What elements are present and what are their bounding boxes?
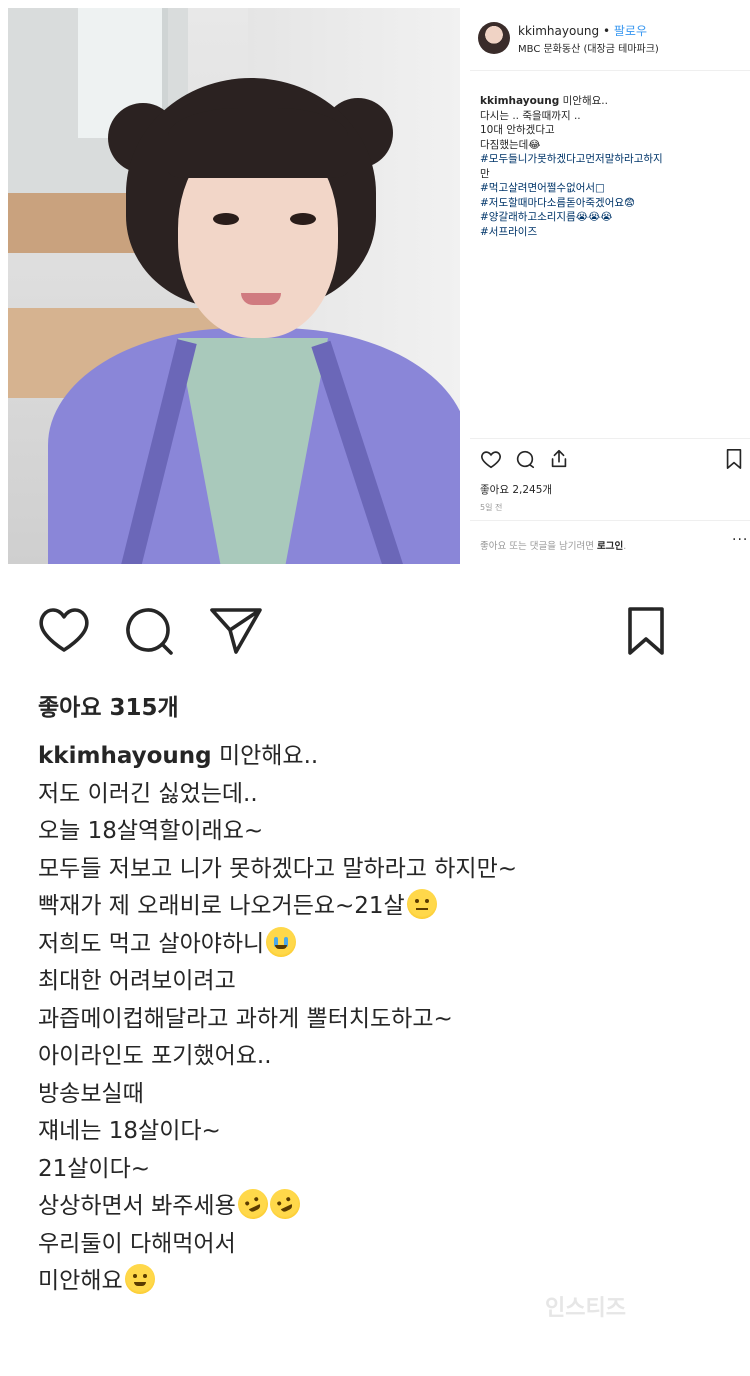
caption-line: 다짐했는데😂 [480, 138, 735, 153]
caption-line: 쟤네는 18살이다~ [38, 1113, 728, 1151]
caption-line: 과즙메이컵해달라고 과하게 뽈터치도하고~ [38, 1001, 728, 1039]
caption-text: 10대 안하겠다고 [480, 124, 555, 136]
post-time: 5일 전 [480, 503, 503, 512]
caption-line: #양갈래하고소리지름😭😭😭 [480, 210, 735, 225]
login-link[interactable]: 로그인 [597, 541, 623, 552]
caption-line: 10대 안하겠다고 [480, 123, 735, 138]
site-watermark: 인스티즈 [545, 1296, 626, 1321]
send-icon[interactable] [208, 606, 264, 656]
heart-icon[interactable] [38, 606, 90, 654]
like-count[interactable]: 좋아요 2,245개 [480, 482, 552, 497]
bookmark-icon[interactable] [626, 606, 666, 656]
caption-text: 미안해요.. [559, 95, 608, 107]
caption-text: 오늘 18살역할이래요~ [38, 818, 264, 844]
post-sidebar: kkimhayoung • 팔로우 MBC 문화동산 (대장금 테마파크) kk… [470, 8, 750, 564]
hashtag-link[interactable]: #먹고살려면어쩔수없어서□ [480, 182, 605, 194]
caption-text: 21살이다~ [38, 1155, 151, 1182]
divider [470, 438, 750, 439]
crying-face-emoji [266, 926, 297, 957]
heart-icon[interactable] [480, 448, 502, 470]
like-count[interactable]: 좋아요 315개 [38, 688, 179, 722]
meh-face-emoji [406, 889, 437, 919]
share-icon[interactable] [548, 448, 570, 470]
username-link[interactable]: kkimhayoung [480, 95, 559, 107]
caption-text: 빡재가 제 오래비로 나오거든요~21살 [38, 893, 405, 919]
follow-button[interactable]: 팔로우 [614, 24, 647, 38]
desktop-post-screenshot: kkimhayoung • 팔로우 MBC 문화동산 (대장금 테마파크) kk… [0, 0, 750, 566]
rofl-emoji [264, 1184, 305, 1224]
caption-line: #서프라이즈 [480, 225, 735, 240]
avatar[interactable] [478, 22, 510, 54]
login-prompt: 좋아요 또는 댓글을 남기려면 로그인. [480, 541, 627, 552]
sweat-smile-emoji [124, 1264, 155, 1294]
post-photo [8, 8, 460, 564]
caption-line: 저도 이러긴 싫었는데.. [38, 776, 728, 814]
caption-text: 상상하면서 봐주세용 [38, 1193, 236, 1219]
caption-line: 상상하면서 봐주세용 [38, 1184, 728, 1226]
hashtag-link[interactable]: #양갈래하고소리지름😭😭😭 [480, 211, 613, 223]
caption-line: 21살이다~ [38, 1151, 728, 1189]
location-link[interactable]: MBC 문화동산 (대장금 테마파크) [518, 40, 659, 55]
caption-text: 만 [480, 167, 490, 180]
mobile-post-screenshot: 좋아요 315개 kkimhayoung 미안해요.. 저도 이러긴 싫었는데.… [0, 566, 750, 1376]
caption-text: 다짐했는데😂 [480, 138, 541, 151]
caption-line: 다시는 .. 죽을때까지 .. [480, 109, 735, 124]
divider [470, 520, 750, 521]
caption-line: 만 [480, 167, 735, 182]
caption-text: 저희도 먹고 살아야하니 [38, 930, 265, 957]
caption-line: 방송보실때 [38, 1076, 728, 1114]
caption-line: #모두들니가못하겠다고먼저말하라고하지 [480, 152, 735, 167]
caption-line: 우리둘이 다해먹어서 [38, 1226, 728, 1264]
caption-line: kkimhayoung 미안해요.. [38, 738, 728, 776]
caption-text: 미안해요.. [211, 743, 319, 769]
caption-text: 쟤네는 18살이다~ [38, 1118, 221, 1144]
username-link[interactable]: kkimhayoung [38, 743, 212, 769]
more-options-icon[interactable]: ··· [732, 532, 748, 548]
caption-text: 우리둘이 다해먹어서 [38, 1230, 236, 1257]
caption-line: 오늘 18살역할이래요~ [38, 813, 728, 851]
caption-line: #저도할때마다소름돋아죽겠어요😨 [480, 196, 735, 211]
caption-text: 방송보실때 [38, 1080, 144, 1107]
action-bar [480, 446, 745, 474]
hashtag-link[interactable]: #저도할때마다소름돋아죽겠어요😨 [480, 197, 635, 209]
caption-line: 아이라인도 포기했어요.. [38, 1038, 728, 1076]
hashtag-link[interactable]: #서프라이즈 [480, 226, 537, 238]
caption-text: 최대한 어려보이려고 [38, 968, 236, 994]
caption-text: 모두들 저보고 니가 못하겠다고 말하라고 하지만~ [38, 855, 518, 882]
caption-line: 빡재가 제 오래비로 나오거든요~21살 [38, 888, 728, 926]
comment-icon[interactable] [124, 606, 176, 656]
post-caption: kkimhayoung 미안해요.. 저도 이러긴 싫었는데.. 오늘 18살역할… [38, 738, 728, 1301]
caption-line: 모두들 저보고 니가 못하겠다고 말하라고 하지만~ [38, 851, 728, 889]
bookmark-icon[interactable] [724, 448, 744, 470]
caption-line: 최대한 어려보이려고 [38, 963, 728, 1001]
username-link[interactable]: kkimhayoung [518, 24, 599, 38]
action-bar [0, 606, 750, 666]
caption-text: 아이라인도 포기했어요.. [38, 1043, 272, 1069]
post-caption: kkimhayoung 미안해요.. 다시는 .. 죽을때까지 .. 10대 안하겠… [480, 94, 735, 239]
caption-line: #먹고살려면어쩔수없어서□ [480, 181, 735, 196]
separator-dot: • [602, 24, 611, 38]
caption-text: 저도 이러긴 싫었는데.. [38, 780, 258, 807]
post-header: kkimhayoung • 팔로우 MBC 문화동산 (대장금 테마파크) [478, 18, 748, 58]
caption-line: kkimhayoung 미안해요.. [480, 94, 735, 109]
hashtag-link[interactable]: #모두들니가못하겠다고먼저말하라고하지 [480, 153, 663, 165]
divider [470, 70, 750, 71]
caption-line: 저희도 먹고 살아야하니 [38, 926, 728, 964]
caption-text: 다시는 .. 죽을때까지 .. [480, 109, 581, 122]
caption-text: 과즙메이컵해달라고 과하게 뽈터치도하고~ [38, 1005, 453, 1032]
rofl-emoji [232, 1184, 273, 1224]
comment-icon[interactable] [514, 448, 536, 470]
caption-text: 미안해요 [38, 1268, 123, 1294]
